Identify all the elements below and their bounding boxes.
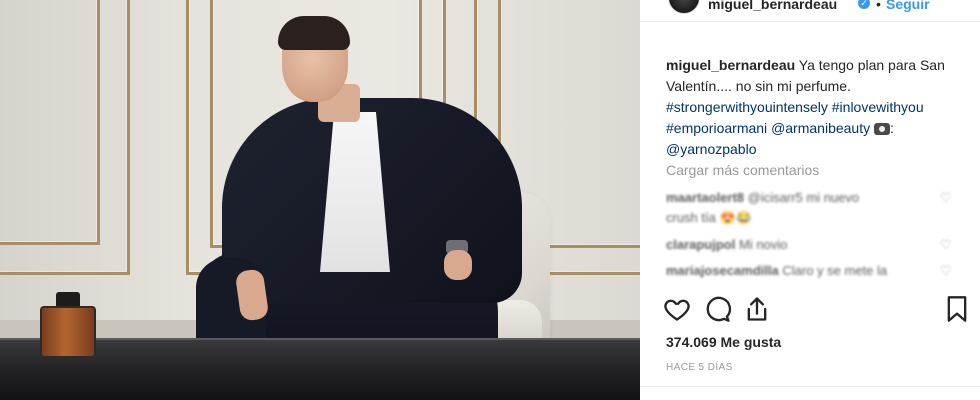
camera-icon	[874, 123, 890, 135]
post-actions	[662, 294, 972, 328]
post-header: miguel_bernardeau ✓ • Seguir	[640, 0, 980, 22]
hashtag-link[interactable]: #strongerwithyouintensely	[666, 99, 828, 115]
follow-button[interactable]: Seguir	[886, 0, 930, 12]
hashtag-link[interactable]: #inlovewithyou	[832, 99, 924, 115]
hashtag-link[interactable]: #emporioarmani	[666, 120, 767, 136]
likes-label: Me gusta	[720, 334, 782, 350]
heart-icon[interactable]	[662, 294, 692, 326]
divider	[640, 386, 980, 387]
glass-table	[0, 340, 640, 400]
post-timestamp: HACE 5 DÍAS	[666, 362, 733, 373]
share-icon[interactable]	[742, 294, 772, 326]
comment-text: Claro y se mete la	[782, 263, 888, 278]
wall-molding	[0, 0, 130, 275]
likes-number: 374.069	[666, 334, 717, 350]
post-side-panel: miguel_bernardeau ✓ • Seguir miguel_bern…	[640, 0, 980, 400]
perfume-bottle	[40, 306, 96, 358]
man-hand-right	[444, 250, 472, 280]
verified-badge-icon: ✓	[858, 0, 870, 9]
comment-heart-icon[interactable]: ♡	[940, 263, 954, 278]
header-separator: •	[876, 0, 881, 12]
post-photo[interactable]	[0, 0, 640, 400]
post-caption: miguel_bernardeau Ya tengo plan para San…	[666, 55, 966, 160]
caption-username[interactable]: miguel_bernardeau	[666, 57, 795, 73]
comment-item: mariajosecamdilla Claro y se mete la	[666, 263, 946, 278]
mention-link[interactable]: @yarnozpablo	[666, 141, 757, 157]
bookmark-icon[interactable]	[942, 294, 972, 326]
comment-text: crush tía 😍😂	[666, 210, 752, 225]
mention-link[interactable]: @armanibeauty	[771, 120, 870, 136]
man-hair	[278, 16, 350, 50]
load-more-comments-button[interactable]: Cargar más comentarios	[666, 162, 819, 178]
comment-item: clarapujpol Mi novio	[666, 237, 946, 252]
avatar[interactable]	[668, 0, 700, 14]
comment-text: @icisarr5 mi nuevo	[747, 190, 860, 205]
comment-heart-icon[interactable]: ♡	[940, 190, 954, 205]
comment-username[interactable]: maartaolert8	[666, 190, 744, 205]
comment-username[interactable]: mariajosecamdilla	[666, 263, 779, 278]
comment-text: Mi novio	[738, 237, 788, 252]
comment-item: crush tía 😍😂	[666, 210, 946, 226]
likes-count[interactable]: 374.069 Me gusta	[666, 334, 781, 350]
comment-heart-icon[interactable]: ♡	[940, 237, 954, 252]
header-username[interactable]: miguel_bernardeau	[708, 0, 837, 12]
comment-item: maartaolert8 @icisarr5 mi nuevo	[666, 190, 946, 205]
comment-icon[interactable]	[702, 294, 732, 326]
credit-colon: :	[890, 120, 894, 136]
comment-username[interactable]: clarapujpol	[666, 237, 735, 252]
